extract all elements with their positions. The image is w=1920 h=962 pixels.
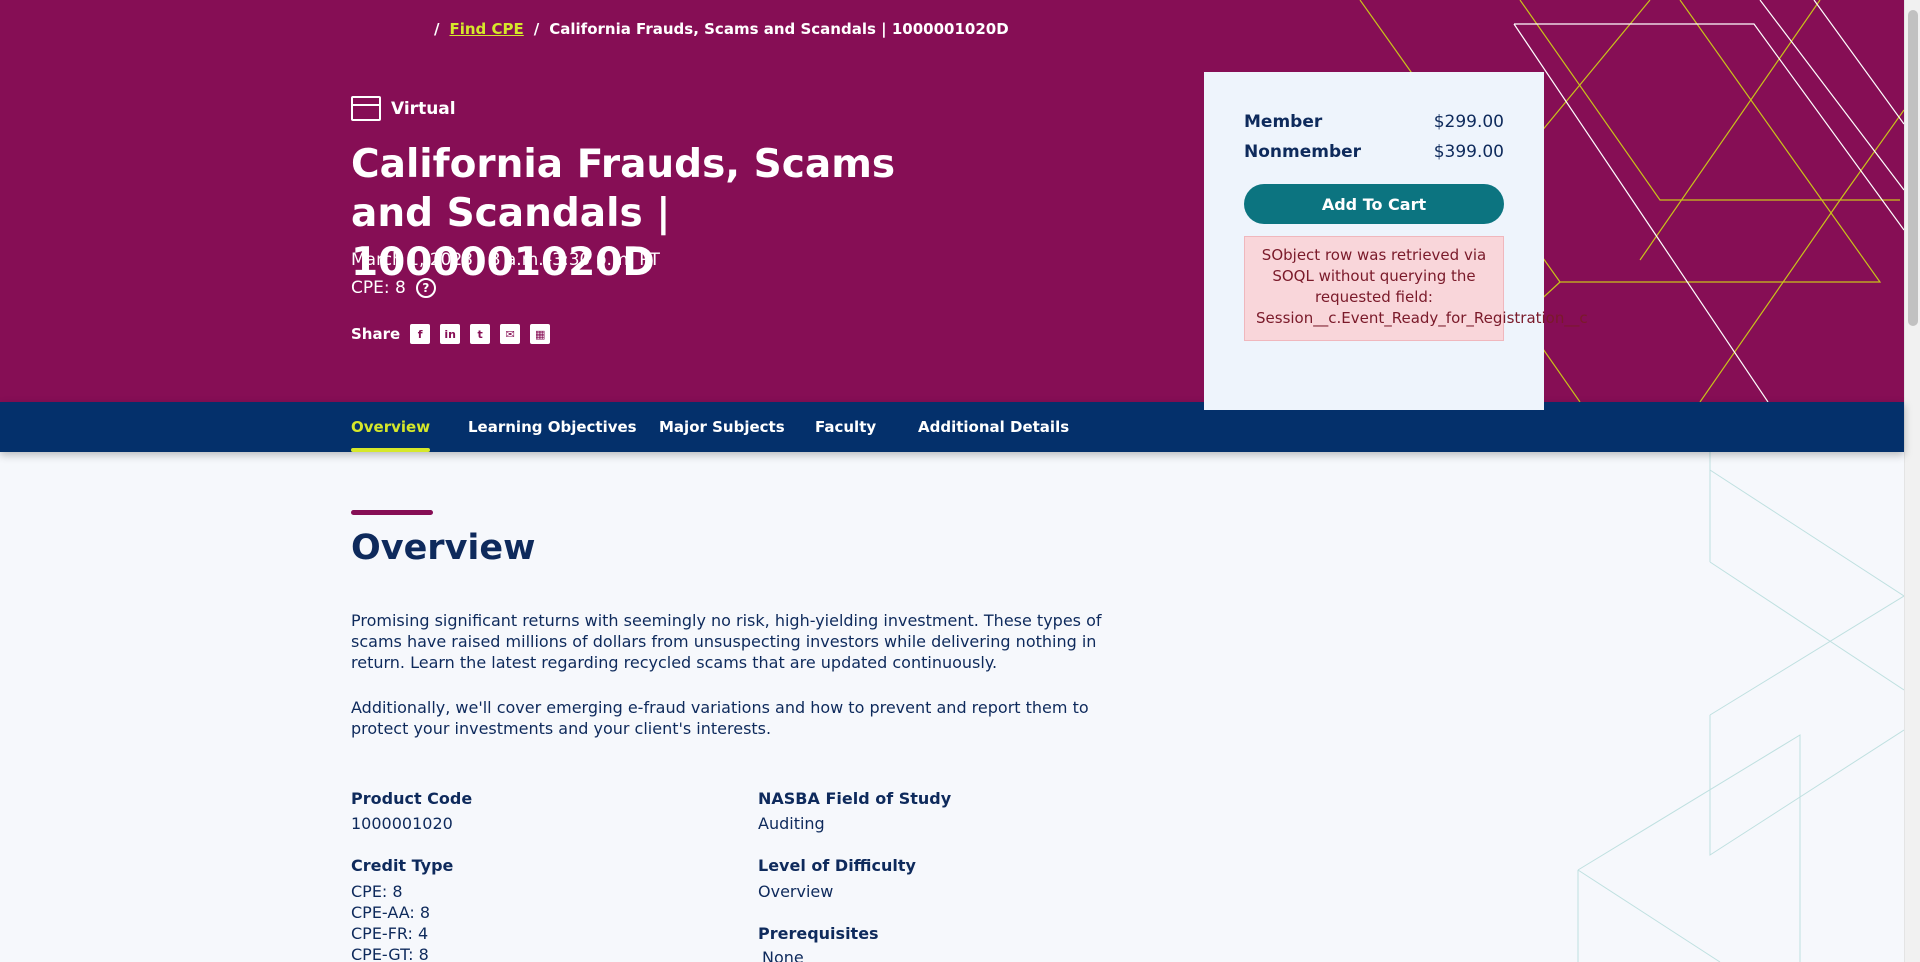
cpe-credits-label: CPE: 8 (351, 278, 406, 298)
prerequisites-label: Prerequisites (758, 924, 879, 943)
overview-paragraph: Additionally, we'll cover emerging e-fra… (351, 698, 1089, 738)
delivery-mode: Virtual (351, 96, 456, 121)
hero-banner: / Find CPE / California Frauds, Scams an… (0, 0, 1904, 402)
tab-learning-objectives[interactable]: Learning Objectives (468, 402, 637, 452)
breadcrumb-current: California Frauds, Scams and Scandals | … (549, 20, 1009, 38)
page-scrollbar[interactable] (1904, 0, 1920, 962)
field-of-study-label: NASBA Field of Study (758, 789, 952, 808)
field-of-study-value: Auditing (758, 814, 825, 833)
member-price: $299.00 (1433, 112, 1504, 132)
breadcrumb-link-find-cpe[interactable]: Find CPE (449, 20, 523, 38)
tab-overview[interactable]: Overview (351, 402, 431, 452)
tab-major-subjects[interactable]: Major Subjects (659, 402, 785, 452)
section-tabs: Overview Learning Objectives Major Subje… (0, 402, 1904, 452)
error-message: SObject row was retrieved via SOQL witho… (1244, 236, 1588, 341)
credit-type-label: Credit Type (351, 856, 454, 875)
section-accent-bar (351, 510, 433, 515)
breadcrumb-separator: / (434, 20, 440, 38)
nonmember-price: $399.00 (1433, 142, 1504, 162)
email-icon[interactable]: ✉ (500, 324, 521, 344)
overview-paragraph: Promising significant returns with seemi… (351, 611, 1102, 672)
error-line: SOQL without querying the (1272, 267, 1476, 285)
credit-type-value: CPE: 8 (351, 882, 403, 901)
credit-type-value: CPE-FR: 4 (351, 924, 429, 943)
difficulty-value: Overview (758, 882, 834, 901)
error-line: Session__c.Event_Ready_for_Registration_… (1256, 309, 1588, 327)
delivery-mode-label: Virtual (391, 98, 456, 119)
breadcrumb: / Find CPE / California Frauds, Scams an… (434, 20, 1009, 38)
credit-type-value: CPE-AA: 8 (351, 903, 431, 922)
prerequisites-value: None (762, 948, 804, 962)
browser-window-icon (351, 96, 381, 121)
facebook-icon[interactable]: f (410, 324, 431, 344)
cpe-credits: CPE: 8 ? (351, 278, 436, 298)
calendar-icon[interactable]: ▦ (530, 324, 551, 344)
share-label: Share (351, 325, 401, 343)
scrollbar-thumb[interactable] (1908, 10, 1918, 326)
nonmember-price-row: Nonmember $399.00 (1244, 142, 1504, 162)
overview-heading: Overview (351, 528, 536, 568)
help-icon[interactable]: ? (415, 278, 436, 298)
add-to-cart-button[interactable]: Add To Cart (1244, 184, 1504, 224)
member-price-row: Member $299.00 (1244, 112, 1504, 132)
error-line: requested field: (1315, 288, 1433, 306)
price-card: Member $299.00 Nonmember $399.00 Add To … (1204, 72, 1588, 410)
linkedin-icon[interactable]: in (440, 324, 461, 344)
breadcrumb-separator: / (533, 20, 540, 38)
event-date: March 1, 2023 | 8 a.m.–3:30 p.m. PT (351, 250, 660, 270)
product-code-label: Product Code (351, 789, 473, 808)
credit-type-value: CPE-GT: 8 (351, 945, 429, 962)
difficulty-label: Level of Difficulty (758, 856, 916, 875)
twitter-icon[interactable]: t (470, 324, 491, 344)
nonmember-label: Nonmember (1244, 142, 1362, 162)
tab-faculty[interactable]: Faculty (815, 402, 876, 452)
share-bar: Share f in t ✉ ▦ (351, 324, 551, 344)
tab-additional-details[interactable]: Additional Details (918, 402, 1069, 452)
error-line: SObject row was retrieved via (1261, 246, 1487, 264)
product-code-value: 1000001020 (351, 814, 453, 833)
member-label: Member (1244, 112, 1323, 132)
